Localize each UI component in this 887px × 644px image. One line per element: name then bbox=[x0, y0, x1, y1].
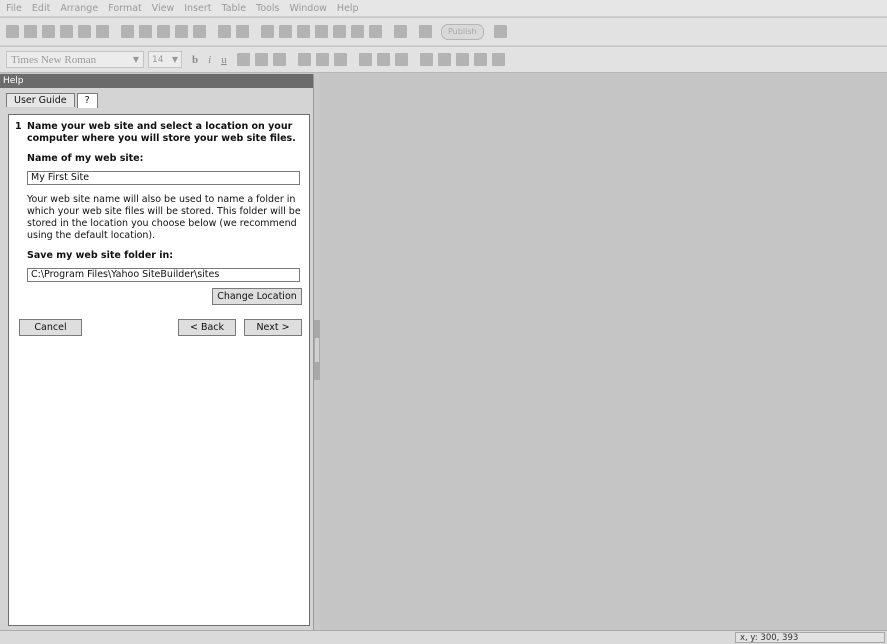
menu-arrange[interactable]: Arrange bbox=[60, 3, 98, 14]
bullet-list-icon[interactable] bbox=[419, 53, 433, 66]
format-toolbar: Times New Roman ▼ 14 ▼ b i u bbox=[0, 47, 887, 73]
help-content: 1 Name your web site and select a locati… bbox=[8, 114, 310, 626]
cursor-coordinates: x, y: 300, 393 bbox=[735, 632, 885, 643]
next-button[interactable]: Next > bbox=[244, 319, 302, 336]
insert-form-icon[interactable] bbox=[315, 25, 328, 38]
main-toolbar: Publish bbox=[0, 18, 887, 46]
valign-middle-icon[interactable] bbox=[376, 53, 390, 66]
help-panel: Help User Guide ? 1 Name your web site a… bbox=[0, 74, 314, 630]
font-size-value: 14 bbox=[152, 54, 164, 65]
align-right-icon[interactable] bbox=[333, 53, 347, 66]
menu-help[interactable]: Help bbox=[337, 3, 359, 14]
site-name-description: Your web site name will also be used to … bbox=[27, 194, 301, 241]
valign-bottom-icon[interactable] bbox=[394, 53, 408, 66]
edit-icon[interactable] bbox=[121, 25, 134, 38]
menu-tools[interactable]: Tools bbox=[256, 3, 279, 14]
menu-window[interactable]: Window bbox=[289, 3, 326, 14]
step-instructions: Name your web site and select a location… bbox=[27, 121, 296, 144]
redo-icon[interactable] bbox=[236, 25, 249, 38]
menu-table[interactable]: Table bbox=[221, 3, 246, 14]
chevron-down-icon: ▼ bbox=[132, 55, 139, 64]
site-icon[interactable] bbox=[42, 25, 55, 38]
insert-media-icon[interactable] bbox=[351, 25, 364, 38]
menu-insert[interactable]: Insert bbox=[184, 3, 211, 14]
status-bar: x, y: 300, 393 bbox=[0, 630, 887, 644]
font-size-select[interactable]: 14 ▼ bbox=[148, 51, 182, 68]
italic-button[interactable]: i bbox=[208, 54, 211, 66]
preview-icon[interactable] bbox=[60, 25, 73, 38]
back-button[interactable]: < Back bbox=[178, 319, 236, 336]
font-family-select[interactable]: Times New Roman ▼ bbox=[6, 51, 144, 68]
insert-table-icon[interactable] bbox=[297, 25, 310, 38]
list-style-icon[interactable] bbox=[455, 53, 469, 66]
folder-label: Save my web site folder in: bbox=[27, 250, 174, 261]
site-name-field[interactable]: My First Site bbox=[27, 171, 300, 185]
bold-button[interactable]: b bbox=[192, 54, 198, 66]
insert-link-icon[interactable] bbox=[333, 25, 346, 38]
chevron-down-icon: ▼ bbox=[171, 55, 178, 64]
open-icon[interactable] bbox=[24, 25, 37, 38]
splitter-grip-icon[interactable] bbox=[315, 338, 319, 362]
editor-canvas[interactable] bbox=[320, 74, 887, 630]
tab-help[interactable]: ? bbox=[76, 93, 98, 108]
change-location-button[interactable]: Change Location bbox=[212, 288, 302, 305]
folder-path-field[interactable]: C:\Program Files\Yahoo SiteBuilder\sites bbox=[27, 268, 300, 282]
copy-icon[interactable] bbox=[157, 25, 170, 38]
menu-edit[interactable]: Edit bbox=[32, 3, 50, 14]
underline-button[interactable]: u bbox=[221, 54, 227, 66]
properties-icon[interactable] bbox=[419, 25, 432, 38]
site-name-label: Name of my web site: bbox=[27, 153, 144, 164]
save-icon[interactable] bbox=[78, 25, 91, 38]
delete-icon[interactable] bbox=[193, 25, 206, 38]
align-left-icon[interactable] bbox=[297, 53, 311, 66]
valign-top-icon[interactable] bbox=[358, 53, 372, 66]
menu-view[interactable]: View bbox=[152, 3, 175, 14]
insert-html-icon[interactable] bbox=[369, 25, 382, 38]
insert-text-icon[interactable] bbox=[279, 25, 292, 38]
step-number: 1 bbox=[15, 121, 22, 132]
tools-icon[interactable] bbox=[394, 25, 407, 38]
font-family-value: Times New Roman bbox=[11, 53, 97, 66]
upload-icon[interactable] bbox=[493, 25, 507, 38]
help-tabs: User Guide ? bbox=[6, 93, 100, 108]
help-panel-title: Help bbox=[0, 74, 313, 88]
paste-icon[interactable] bbox=[175, 25, 188, 38]
text-color-icon[interactable] bbox=[236, 53, 250, 66]
insert-image-icon[interactable] bbox=[261, 25, 274, 38]
undo-icon[interactable] bbox=[218, 25, 231, 38]
cut-icon[interactable] bbox=[139, 25, 152, 38]
new-page-icon[interactable] bbox=[6, 25, 19, 38]
outdent-icon[interactable] bbox=[491, 53, 505, 66]
menu-format[interactable]: Format bbox=[108, 3, 141, 14]
align-center-icon[interactable] bbox=[315, 53, 329, 66]
menu-file[interactable]: File bbox=[6, 3, 22, 14]
menu-bar: File Edit Arrange Format View Insert Tab… bbox=[0, 0, 887, 17]
indent-icon[interactable] bbox=[473, 53, 487, 66]
numbered-list-icon[interactable] bbox=[437, 53, 451, 66]
save-all-icon[interactable] bbox=[96, 25, 109, 38]
application-window: File Edit Arrange Format View Insert Tab… bbox=[0, 0, 887, 644]
cancel-button[interactable]: Cancel bbox=[19, 319, 82, 336]
tab-user-guide[interactable]: User Guide bbox=[6, 93, 75, 107]
clear-format-icon[interactable] bbox=[272, 53, 286, 66]
highlight-icon[interactable] bbox=[254, 53, 268, 66]
publish-button[interactable]: Publish bbox=[441, 23, 484, 40]
